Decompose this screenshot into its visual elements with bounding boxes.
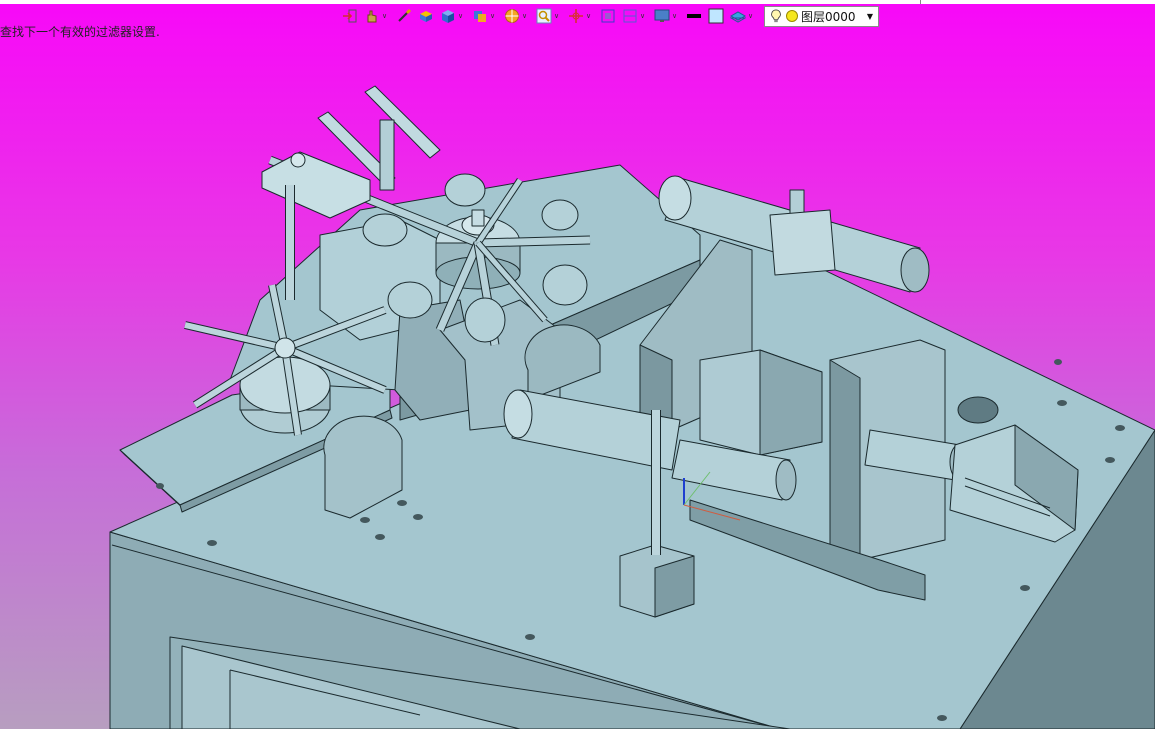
cylinder-6 [362, 213, 408, 247]
layers-icon[interactable] [728, 6, 748, 26]
cylinder-3 [542, 264, 588, 306]
zoom-icon[interactable] [534, 6, 554, 26]
turret-pin [471, 209, 485, 227]
layer-status-dot[interactable] [786, 10, 798, 22]
render-mode-icon[interactable] [470, 6, 490, 26]
pointer-hand-icon[interactable] [362, 6, 382, 26]
status-message: 查找下一个有效的过滤器设置. [0, 25, 160, 39]
view-toolbar: ∨ ∨ ∨ ∨ ∨ ∨ ∨ ∨ ∨ 图层0000 ▼ [340, 4, 879, 28]
cylinder-4 [444, 173, 486, 207]
chevron-down-icon[interactable]: ∨ [382, 12, 389, 20]
color-wheel-icon[interactable] [502, 6, 522, 26]
section-view-icon[interactable] [620, 6, 640, 26]
layer-selector[interactable]: 图层0000 ▼ [764, 5, 879, 27]
mount-hole [957, 396, 999, 424]
line-color-icon[interactable] [684, 6, 704, 26]
paint-brush-icon[interactable] [394, 6, 414, 26]
slot-bracket-1 [364, 85, 441, 159]
chevron-down-icon[interactable]: ∨ [490, 12, 497, 20]
crosshair-icon[interactable] [566, 6, 586, 26]
chevron-down-icon[interactable]: ∨ [748, 12, 755, 20]
chevron-down-icon[interactable]: ∨ [554, 12, 561, 20]
cylinder-1 [387, 281, 433, 319]
display-monitor-icon[interactable] [652, 6, 672, 26]
chevron-down-icon[interactable]: ∨ [586, 12, 593, 20]
cad-model-view[interactable] [0, 0, 1155, 729]
lightbulb-icon[interactable] [769, 9, 783, 23]
cylinder-5 [541, 199, 579, 231]
dropdown-arrow-icon[interactable]: ▼ [867, 12, 873, 21]
fit-view-icon[interactable] [598, 6, 618, 26]
chevron-down-icon[interactable]: ∨ [522, 12, 529, 20]
chevron-down-icon[interactable]: ∨ [672, 12, 679, 20]
box-face-icon[interactable] [416, 6, 436, 26]
solid-cube-icon[interactable] [438, 6, 458, 26]
bracket-post [379, 119, 395, 191]
cylinder-2 [464, 297, 506, 343]
chevron-down-icon[interactable]: ∨ [458, 12, 465, 20]
fill-color-icon[interactable] [706, 6, 726, 26]
chevron-down-icon[interactable]: ∨ [640, 12, 647, 20]
layer-name: 图层0000 [801, 9, 856, 24]
graphics-viewport[interactable]: 查找下一个有效的过滤器设置. ∨ ∨ ∨ ∨ ∨ ∨ ∨ ∨ ∨ 图层0000 … [0, 0, 1155, 729]
import-arrow-icon[interactable] [340, 6, 360, 26]
